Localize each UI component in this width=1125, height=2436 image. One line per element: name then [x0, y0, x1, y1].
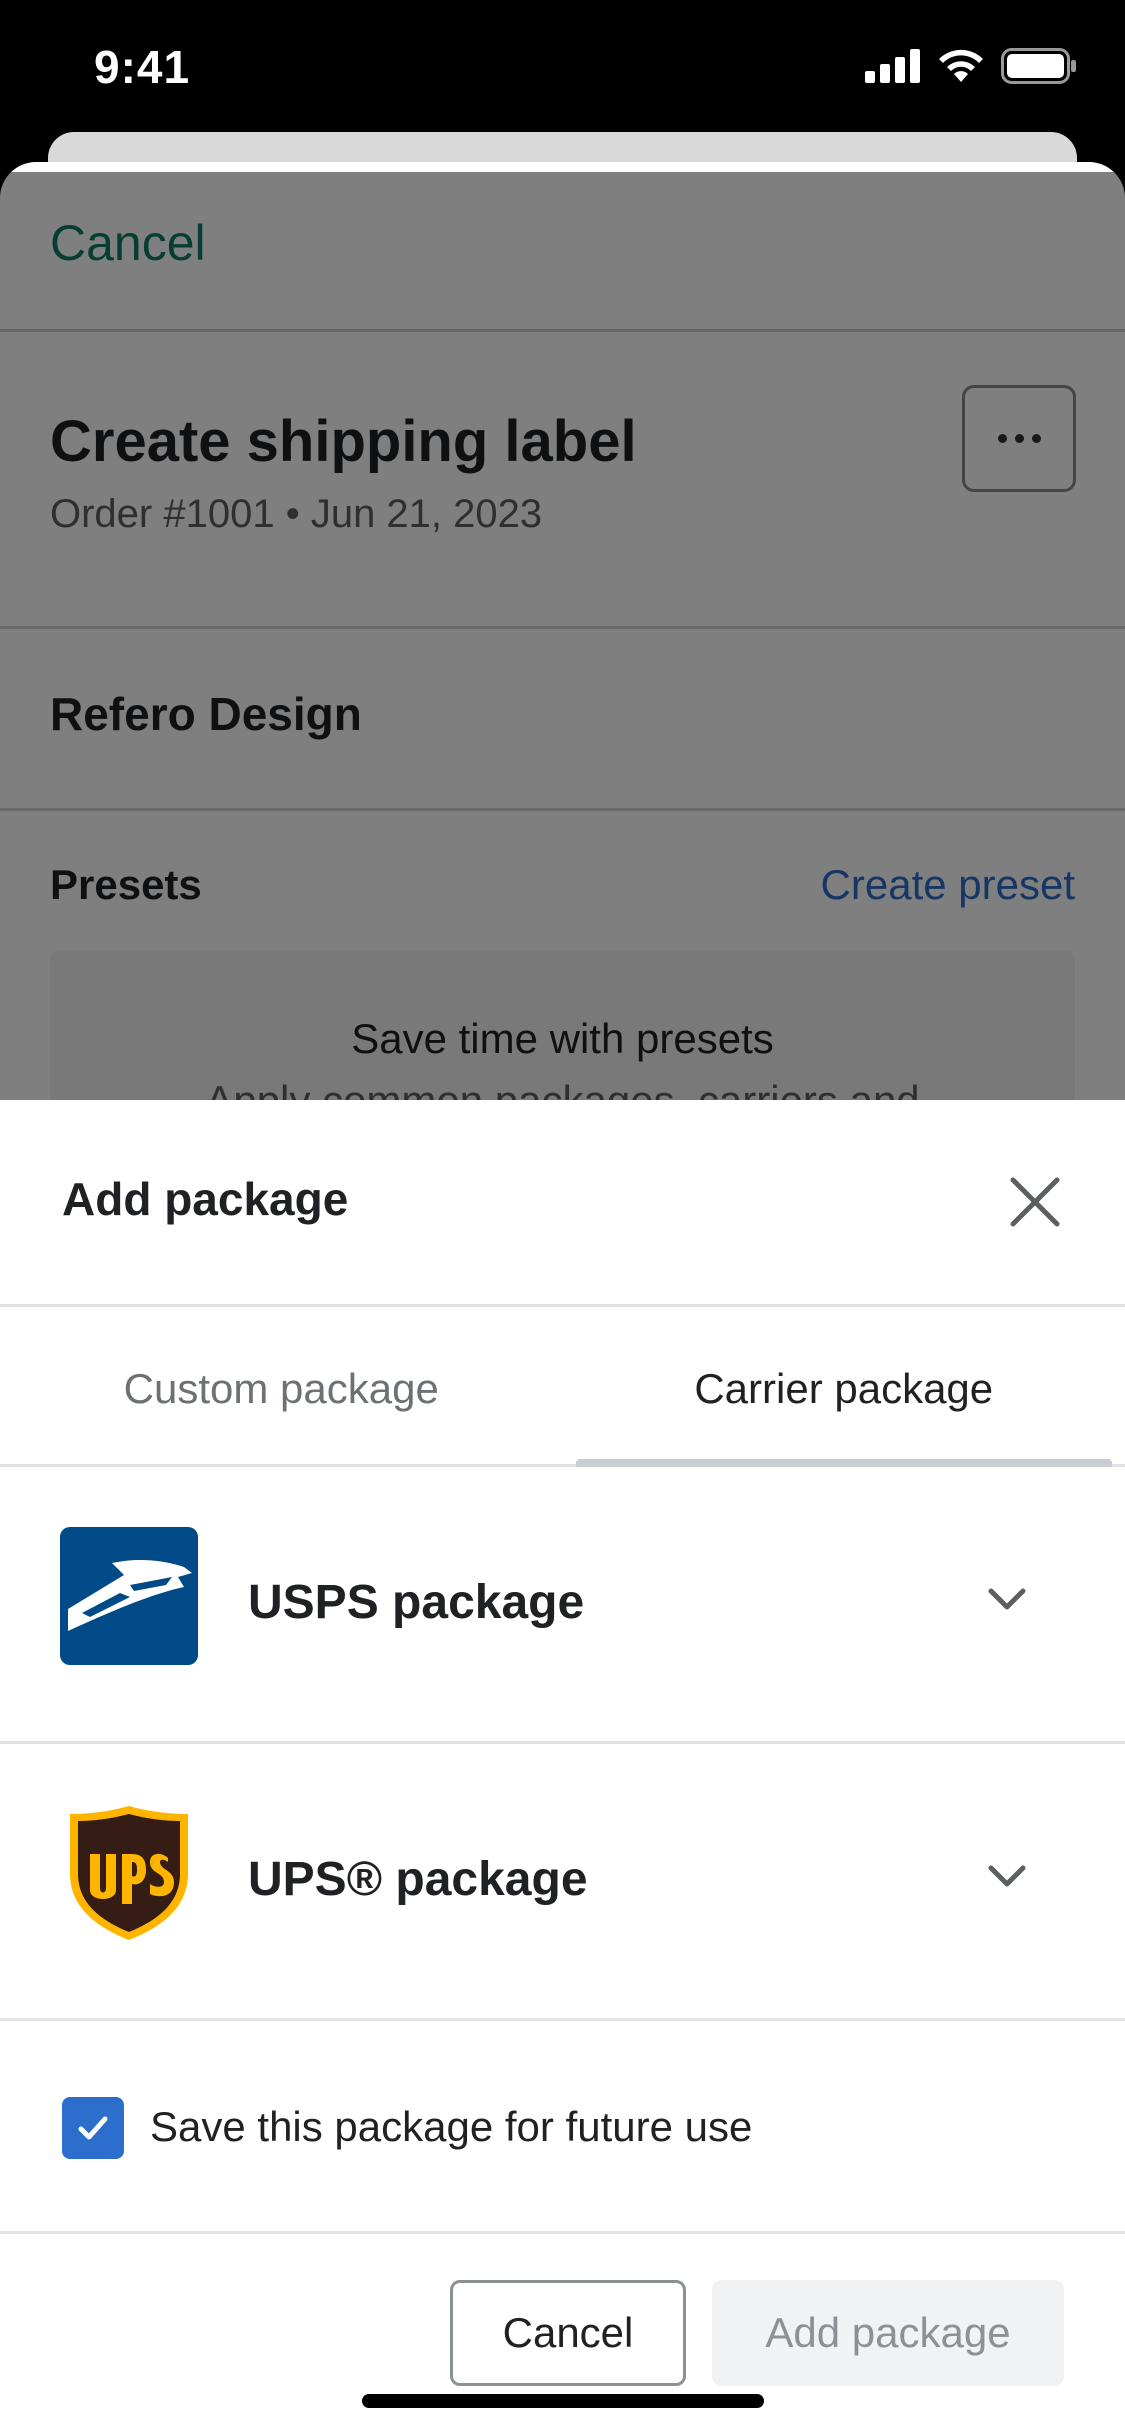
ups-package-label: UPS® package	[248, 1853, 588, 1906]
cancel-button[interactable]: Cancel	[450, 2280, 686, 2386]
save-package-checkbox[interactable]	[62, 2097, 124, 2159]
usps-logo-icon	[60, 1527, 198, 1665]
chevron-down-icon[interactable]	[985, 1854, 1029, 1898]
modal-title: Add package	[62, 1173, 349, 1225]
tab-custom-package[interactable]: Custom package	[0, 1307, 563, 1464]
ups-logo-icon	[70, 1806, 188, 1940]
tab-carrier-package[interactable]: Carrier package	[563, 1307, 1125, 1467]
status-bar: 9:41	[0, 0, 1125, 140]
modal-header: Add package	[0, 1100, 1125, 1307]
status-icons	[865, 48, 1077, 84]
status-time: 9:41	[94, 41, 191, 93]
add-package-modal: Add package Custom package Carrier packa…	[0, 1100, 1125, 2436]
save-package-label[interactable]: Save this package for future use	[150, 2103, 752, 2151]
usps-package-row[interactable]: USPS package	[0, 1467, 1125, 1744]
usps-package-label: USPS package	[248, 1576, 585, 1629]
wifi-icon	[939, 49, 983, 82]
package-tabs: Custom package Carrier package	[0, 1307, 1125, 1467]
add-package-button[interactable]: Add package	[712, 2280, 1064, 2386]
home-indicator	[362, 2394, 764, 2408]
save-package-row: Save this package for future use	[0, 2021, 1125, 2234]
modal-backdrop[interactable]	[0, 172, 1125, 1102]
ups-package-row[interactable]: UPS® package	[0, 1744, 1125, 2021]
chevron-down-icon[interactable]	[985, 1577, 1029, 1621]
cellular-signal-icon	[865, 49, 920, 83]
close-icon[interactable]	[1005, 1172, 1065, 1232]
battery-icon	[1001, 48, 1076, 84]
checkmark-icon	[78, 2116, 108, 2140]
